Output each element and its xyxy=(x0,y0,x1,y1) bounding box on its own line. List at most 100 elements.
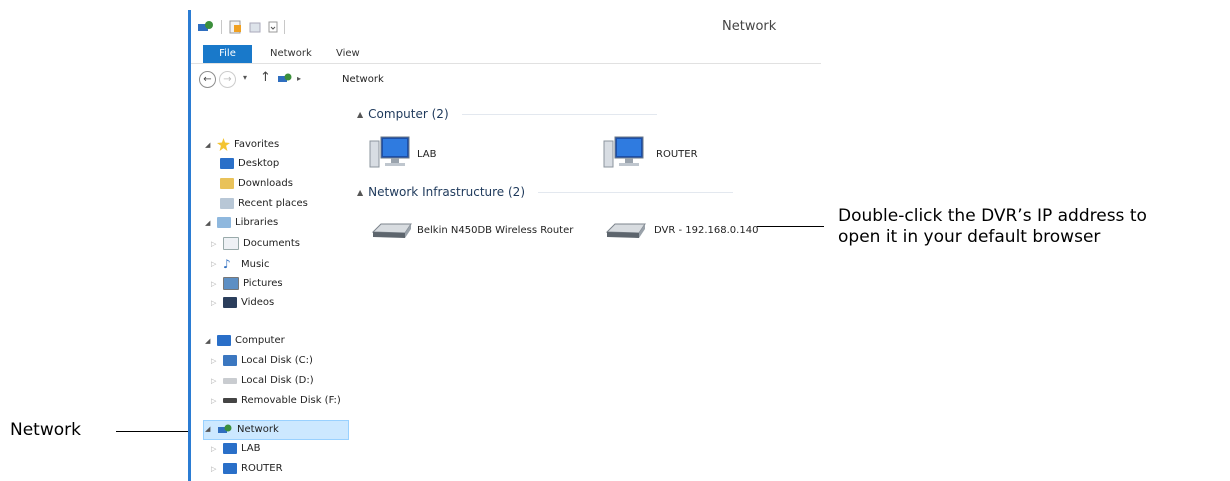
recent-places-icon xyxy=(220,198,234,209)
tree-label: Computer xyxy=(235,335,285,346)
network-callout-line xyxy=(116,431,188,432)
customize-toolbar-icon[interactable] xyxy=(268,20,278,34)
toolbar-separator xyxy=(284,20,285,34)
expand-arrow-icon[interactable]: ▷ xyxy=(211,377,219,385)
star-icon xyxy=(217,138,230,151)
music-icon: ♪ xyxy=(223,257,231,271)
tree-label: Desktop xyxy=(238,158,280,169)
recent-locations-icon[interactable]: ▾ xyxy=(243,73,247,82)
tree-label: Network xyxy=(237,423,279,435)
videos-icon xyxy=(223,297,237,308)
tree-item-recent-places[interactable]: Recent places xyxy=(220,198,308,209)
tree-label: LAB xyxy=(241,443,261,454)
window-title: Network xyxy=(722,19,777,34)
up-arrow-icon[interactable]: ↑ xyxy=(260,70,271,85)
group-header-network-infrastructure[interactable]: ▲ Network Infrastructure (2) xyxy=(357,185,733,199)
tab-file[interactable]: File xyxy=(203,45,252,63)
router-icon[interactable] xyxy=(371,220,413,242)
router-icon[interactable] xyxy=(605,220,647,242)
properties-icon[interactable] xyxy=(228,20,242,34)
network-icon xyxy=(278,73,292,82)
expand-arrow-icon[interactable]: ▷ xyxy=(211,299,219,307)
collapse-arrow-icon[interactable]: ▲ xyxy=(357,188,363,197)
dvr-callout-line1: Double-click the DVR’s IP address to xyxy=(838,206,1147,226)
group-label: Computer (2) xyxy=(368,107,449,121)
computer-item-router[interactable]: ROUTER xyxy=(656,149,698,160)
tab-view[interactable]: View xyxy=(336,48,360,59)
address-bar: ← → ▾ ↑ ▸ Network xyxy=(191,68,821,92)
group-label: Network Infrastructure (2) xyxy=(368,185,525,199)
tree-item-router[interactable]: ▷ ROUTER xyxy=(211,463,283,474)
tree-item-local-disk-c[interactable]: ▷ Local Disk (C:) xyxy=(211,355,313,366)
device-item-dvr[interactable]: DVR - 192.168.0.140 xyxy=(654,225,758,236)
network-callout-label: Network xyxy=(10,420,81,440)
computer-icon xyxy=(217,335,231,346)
forward-button[interactable]: → xyxy=(219,71,236,88)
tree-label: Pictures xyxy=(243,278,283,289)
usb-drive-icon xyxy=(223,398,237,403)
path-separator[interactable]: ▸ xyxy=(297,74,301,83)
downloads-icon xyxy=(220,178,234,189)
tree-computer[interactable]: ◢ Computer xyxy=(205,335,285,346)
tab-network[interactable]: Network xyxy=(270,48,312,59)
tree-item-local-disk-d[interactable]: ▷ Local Disk (D:) xyxy=(211,375,314,386)
computer-icon[interactable] xyxy=(369,135,411,171)
group-divider xyxy=(461,113,657,115)
tree-label: Removable Disk (F:) xyxy=(241,395,341,406)
tree-label: Documents xyxy=(243,238,301,249)
collapse-arrow-icon[interactable]: ▲ xyxy=(357,110,363,119)
tree-libraries[interactable]: ◢ Libraries xyxy=(205,217,278,228)
computer-item-lab[interactable]: LAB xyxy=(417,149,437,160)
tree-label: Music xyxy=(241,258,270,270)
tree-label: Recent places xyxy=(238,198,308,209)
toolbar-separator xyxy=(221,20,222,34)
device-item-belkin-router[interactable]: Belkin N450DB Wireless Router xyxy=(417,225,573,236)
dvr-callout-line xyxy=(757,226,824,227)
libraries-icon xyxy=(217,217,231,228)
back-button[interactable]: ← xyxy=(199,71,216,88)
expand-arrow-icon[interactable]: ▷ xyxy=(211,357,219,365)
tree-label: Local Disk (D:) xyxy=(241,375,314,386)
dvr-callout-line2: open it in your default browser xyxy=(838,227,1101,247)
computer-icon xyxy=(223,463,237,474)
disk-icon xyxy=(223,355,237,366)
expand-arrow-icon[interactable]: ▷ xyxy=(211,260,219,268)
tree-item-removable-disk-f[interactable]: ▷ Removable Disk (F:) xyxy=(211,395,341,406)
tree-label: Videos xyxy=(241,297,275,308)
desktop-icon xyxy=(220,158,234,169)
group-divider xyxy=(538,191,733,193)
expand-arrow-icon[interactable]: ▷ xyxy=(211,465,219,473)
expand-arrow-icon[interactable]: ▷ xyxy=(211,445,219,453)
tree-item-downloads[interactable]: Downloads xyxy=(220,178,293,189)
tree-item-music[interactable]: ▷ ♪ Music xyxy=(211,257,269,271)
expand-arrow-icon[interactable]: ◢ xyxy=(205,141,213,149)
tree-label: ROUTER xyxy=(241,463,283,474)
new-folder-icon[interactable] xyxy=(248,20,262,34)
tree-item-desktop[interactable]: Desktop xyxy=(220,158,279,169)
expand-arrow-icon[interactable]: ◢ xyxy=(205,337,213,345)
group-header-computer[interactable]: ▲ Computer (2) xyxy=(357,107,657,121)
tree-network[interactable]: ◢ Network xyxy=(205,423,279,435)
computer-icon xyxy=(223,443,237,454)
disk-icon xyxy=(223,377,237,384)
expand-arrow-icon[interactable]: ▷ xyxy=(211,240,219,248)
network-icon[interactable] xyxy=(197,20,215,34)
tree-label: Libraries xyxy=(235,217,279,228)
expand-arrow-icon[interactable]: ▷ xyxy=(211,397,219,405)
tree-label: Favorites xyxy=(234,139,280,150)
tree-label: Local Disk (C:) xyxy=(241,355,313,366)
tree-label: Downloads xyxy=(238,178,293,189)
network-icon xyxy=(218,424,232,433)
expand-arrow-icon[interactable]: ▷ xyxy=(211,280,219,288)
documents-icon xyxy=(223,237,239,250)
quick-access-toolbar xyxy=(197,16,285,38)
address-path[interactable]: Network xyxy=(342,74,384,85)
expand-arrow-icon[interactable]: ◢ xyxy=(205,219,213,227)
tree-item-pictures[interactable]: ▷ Pictures xyxy=(211,277,283,290)
tree-item-videos[interactable]: ▷ Videos xyxy=(211,297,274,308)
tree-item-documents[interactable]: ▷ Documents xyxy=(211,237,300,250)
computer-icon[interactable] xyxy=(603,135,645,171)
expand-arrow-icon[interactable]: ◢ xyxy=(205,425,213,433)
tree-favorites[interactable]: ◢ Favorites xyxy=(205,138,279,151)
tree-item-lab[interactable]: ▷ LAB xyxy=(211,443,261,454)
